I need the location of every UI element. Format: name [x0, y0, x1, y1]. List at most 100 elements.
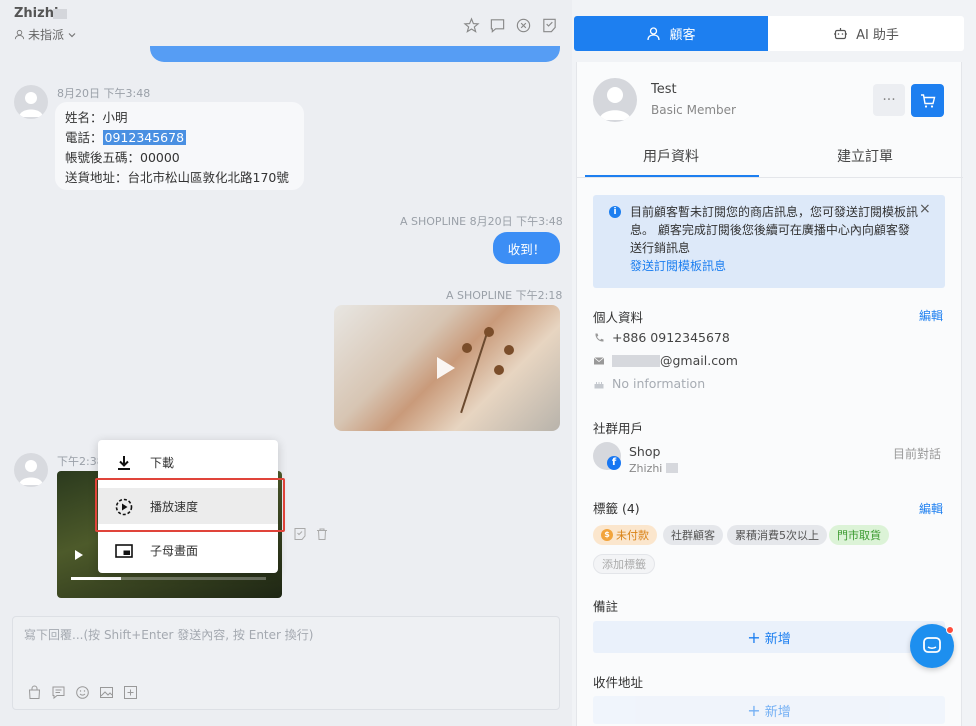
star-icon[interactable]: [462, 16, 480, 34]
add-address-button[interactable]: + 新增: [593, 696, 945, 724]
active-tab-indicator: [585, 175, 759, 177]
customer-tier: Basic Member: [651, 103, 736, 117]
add-address-label: 新增: [764, 704, 791, 720]
close-icon[interactable]: ×: [919, 201, 931, 217]
tags-title: 標籤 (4): [593, 501, 640, 516]
notes-title: 備註: [593, 599, 619, 614]
menu-item-download[interactable]: 下載: [98, 444, 278, 480]
incoming-message: 姓名：小明 電話： 0912345678 帳號後五碼：00000 送貨地址：台北市…: [55, 102, 304, 190]
note-icon[interactable]: [293, 527, 307, 541]
cart-icon: [920, 93, 935, 108]
template-message-icon[interactable]: [51, 685, 66, 700]
edit-tags-button[interactable]: 編輯: [919, 500, 943, 517]
assign-dropdown[interactable]: 未指派: [14, 26, 77, 43]
more-options-button[interactable]: ···: [873, 84, 905, 116]
message-line: 姓名：小明: [65, 110, 128, 125]
message-meta: A SHOPLINE 8月20日 下午3:48: [400, 215, 563, 228]
phone-label: 電話：: [65, 130, 103, 145]
tag-chip[interactable]: 社群顧客: [663, 525, 723, 545]
phone-value: +886 0912345678: [612, 330, 730, 345]
notice-text: 目前顧客暫未訂閱您的商店訊息，您可發送訂閱模板訊息。 顧客完成訂閱後您後續可在廣…: [630, 205, 919, 255]
tab-create-order[interactable]: 建立訂單: [837, 146, 893, 166]
trash-icon[interactable]: [315, 527, 329, 541]
highlight-box: [95, 478, 285, 532]
message-line: 送貨地址：台北市松山區敦化北路170號: [65, 170, 289, 185]
menu-item-picture-in-picture[interactable]: 子母畫面: [98, 532, 278, 568]
add-note-label: 新增: [764, 631, 791, 647]
play-icon[interactable]: [75, 550, 83, 560]
edit-personal-button[interactable]: 編輯: [919, 307, 943, 324]
add-tag-button[interactable]: 添加標籤: [593, 554, 655, 574]
composer-placeholder: 寫下回覆...(按 Shift+Enter 發送內容, 按 Enter 換行): [24, 628, 314, 642]
menu-item-label: 下載: [150, 455, 175, 470]
chevron-down-icon: [68, 32, 76, 37]
robot-icon: [834, 28, 848, 40]
video-progress-fill: [71, 577, 121, 580]
address-title: 收件地址: [593, 675, 644, 690]
customer-name: Test: [651, 82, 677, 97]
birthday-row: No information: [593, 376, 705, 391]
close-circle-icon[interactable]: [514, 16, 532, 34]
message-line: 帳號後五碼：00000: [65, 150, 180, 165]
chat-icon[interactable]: [488, 16, 506, 34]
contact-name-redacted: [53, 9, 67, 19]
download-icon: [118, 456, 130, 470]
tag-chip[interactable]: $ 未付款: [593, 525, 657, 545]
previous-outgoing-bubble: [150, 46, 560, 62]
add-attachment-icon[interactable]: [123, 685, 138, 700]
photo-detail: [504, 345, 514, 355]
tab-profile[interactable]: 用戶資料: [643, 146, 699, 166]
chat-panel: Zhizhi 未指派 8月20日 下午3:48 姓名：小明 電話： 0912345…: [0, 0, 572, 726]
send-subscription-link[interactable]: 發送訂閱模板訊息: [630, 257, 726, 274]
cart-button[interactable]: [911, 84, 944, 117]
shopping-bag-icon[interactable]: [27, 685, 42, 700]
phone-row: +886 0912345678: [593, 330, 730, 345]
plus-icon: +: [747, 627, 761, 647]
facebook-icon: f: [607, 456, 621, 470]
panel-tabs: 顧客 AI 助手: [574, 16, 964, 51]
cake-icon: [594, 381, 604, 388]
phone-icon: [595, 333, 604, 342]
customer-subtabs: 用戶資料 建立訂單: [577, 138, 963, 178]
message-timestamp: 8月20日 下午3:48: [57, 87, 151, 100]
tab-ai-assistant[interactable]: AI 助手: [768, 16, 964, 51]
info-icon: i: [609, 206, 621, 218]
coin-icon: $: [601, 529, 613, 541]
outgoing-message: 收到！: [493, 232, 560, 264]
personal-info-title: 個人資料: [593, 310, 644, 325]
email-value: @gmail.com: [660, 353, 738, 368]
tab-label: AI 助手: [856, 28, 899, 43]
user-icon: [647, 27, 661, 41]
video-message-thumbnail[interactable]: [334, 305, 560, 431]
customer-card: Test Basic Member ··· 用戶資料 建立訂單 i 目前顧客暫未…: [576, 62, 963, 726]
menu-item-label: 子母畫面: [150, 543, 199, 558]
photo-detail: [494, 365, 504, 375]
tab-label: 顧客: [669, 28, 696, 43]
add-note-button[interactable]: + 新增: [593, 621, 945, 653]
photo-detail: [484, 327, 494, 337]
assign-label: 未指派: [28, 28, 65, 42]
chat-bubble-icon: [923, 637, 941, 653]
picture-in-picture-icon: [115, 544, 133, 558]
selected-phone-text[interactable]: 0912345678: [102, 130, 187, 145]
tab-customer[interactable]: 顧客: [574, 16, 768, 51]
email-row: @gmail.com: [593, 353, 738, 368]
reply-composer[interactable]: 寫下回覆...(按 Shift+Enter 發送內容, 按 Enter 換行): [12, 616, 560, 710]
social-account-user: Zhizhi: [629, 462, 663, 475]
mail-icon: [593, 356, 605, 364]
image-icon[interactable]: [99, 685, 114, 700]
chat-header: Zhizhi 未指派: [0, 0, 572, 48]
note-icon[interactable]: [540, 16, 558, 34]
tag-chip[interactable]: 門市取貨: [829, 525, 889, 545]
social-name-redacted: [666, 463, 678, 473]
customer-panel: 顧客 AI 助手 Test Basic Member ··· 用戶資料 建立訂單…: [572, 0, 976, 726]
customer-avatar: [14, 453, 48, 487]
tag-chip[interactable]: 累積消費5次以上: [727, 525, 827, 545]
message-line: 電話： 0912345678: [65, 128, 294, 148]
tag-label: 未付款: [616, 529, 649, 542]
birthday-value: No information: [612, 376, 706, 391]
play-icon[interactable]: [437, 357, 455, 379]
subtabs-divider: [577, 177, 963, 178]
current-conversation-label: 目前對話: [893, 447, 942, 461]
emoji-icon[interactable]: [75, 685, 90, 700]
